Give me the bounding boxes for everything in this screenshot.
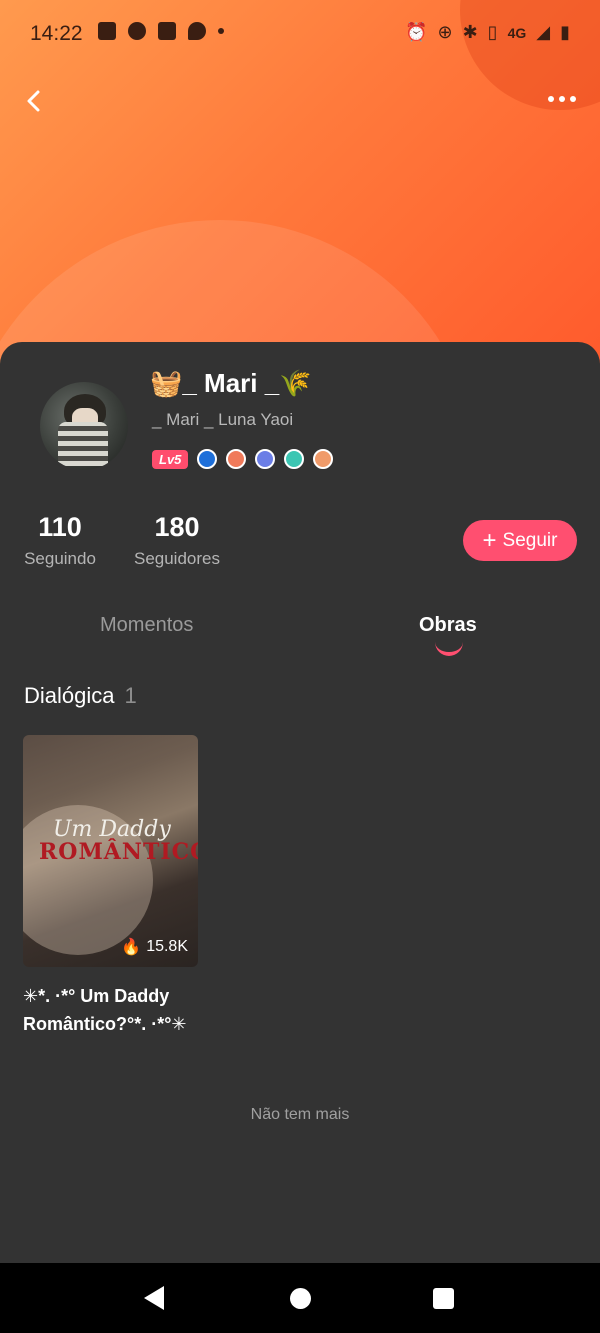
status-time: 14:22 <box>30 22 83 45</box>
vibrate-icon: ▯ <box>487 22 498 42</box>
view-count-value: 15.8K <box>146 938 188 955</box>
followers-label: Seguidores <box>133 549 220 568</box>
nav-recents-icon[interactable] <box>433 1288 454 1309</box>
avatar[interactable] <box>40 382 128 470</box>
more-dot-icon <box>559 96 565 102</box>
section-title: Dialógica <box>24 683 115 708</box>
facebook-icon <box>158 22 176 40</box>
following-label: Seguindo <box>24 549 96 568</box>
alarm-icon: ⏰ <box>405 22 428 42</box>
system-icons: ⏰ ⊕ ✱ ▯ 4G ◢ ▮ <box>405 22 570 43</box>
dot-icon <box>218 28 224 34</box>
section-header: Dialógica 1 <box>24 683 137 709</box>
network-type: 4G <box>507 24 527 41</box>
signal-icon: ◢ <box>536 22 551 42</box>
followers-stat[interactable]: 180 Seguidores <box>131 512 223 569</box>
medal-icon[interactable] <box>313 449 334 469</box>
follow-button[interactable]: + Seguir <box>463 520 577 561</box>
status-bar: 14:22 ⏰ ⊕ ✱ ▯ 4G ◢ ▮ <box>0 0 600 70</box>
more-dot-icon <box>548 96 554 102</box>
medal-icon[interactable] <box>226 449 247 469</box>
nav-back-icon[interactable] <box>144 1286 164 1310</box>
following-stat[interactable]: 110 Seguindo <box>22 512 98 569</box>
medal-icon[interactable] <box>255 449 276 469</box>
section-count: 1 <box>124 683 137 708</box>
nav-home-icon[interactable] <box>290 1288 311 1309</box>
chevron-left-icon <box>27 90 40 112</box>
messenger-icon <box>128 22 146 40</box>
bluetooth-icon: ✱ <box>462 22 478 42</box>
level-badge[interactable]: Lv5 <box>152 449 189 469</box>
followers-count: 180 <box>154 512 200 542</box>
tab-obras[interactable]: Obras <box>419 614 477 637</box>
medal-icon[interactable] <box>284 449 305 469</box>
end-of-list-text: Não tem mais <box>250 1106 350 1123</box>
work-card-cover[interactable]: Um Daddy ROMÂNTICO 🔥 15.8K <box>23 735 198 967</box>
view-count: 🔥 15.8K <box>121 937 188 957</box>
flame-icon: 🔥 <box>121 939 142 956</box>
facebook-icon <box>98 22 116 40</box>
more-options-button[interactable] <box>548 96 576 102</box>
work-card-title[interactable]: ✳︎*. ·*° Um Daddy Romântico?°*. ·*°✳︎ <box>23 982 223 1038</box>
more-dot-icon <box>570 96 576 102</box>
badge-row: Lv5 <box>152 449 334 469</box>
cover-title-line2: ROMÂNTICO <box>39 839 198 865</box>
back-button[interactable] <box>20 86 50 116</box>
data-saver-icon: ⊕ <box>437 22 453 42</box>
following-count: 110 <box>38 512 82 542</box>
follow-button-label: Seguir <box>502 529 558 551</box>
profile-display-name: 🧺_ Mari _🌾 <box>150 368 312 398</box>
tab-momentos[interactable]: Momentos <box>100 614 193 637</box>
profile-sub-name: _ Mari _ Luna Yaoi <box>152 410 294 429</box>
plus-icon: + <box>482 526 497 554</box>
chat-icon <box>188 22 206 40</box>
battery-icon: ▮ <box>560 22 570 42</box>
notification-icons <box>98 22 224 40</box>
avatar-shirt <box>58 422 108 466</box>
medal-icon[interactable] <box>197 449 218 469</box>
